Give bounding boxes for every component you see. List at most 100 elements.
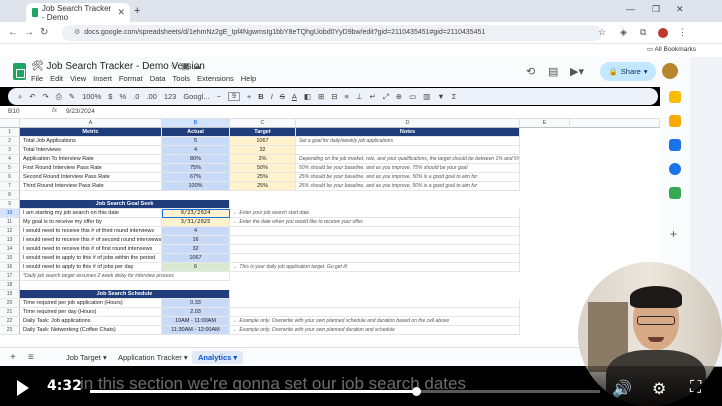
menu-item-tools[interactable]: Tools: [173, 74, 191, 83]
metric-name[interactable]: Application To Interview Rate: [20, 155, 162, 164]
metric-name[interactable]: Total Job Applications: [20, 137, 162, 146]
sheet-tab-analytics[interactable]: Analytics ▾: [192, 351, 244, 364]
formula-input[interactable]: 9/23/2024: [66, 108, 95, 115]
row-header[interactable]: 6: [0, 173, 20, 182]
schedule-value[interactable]: 0.33: [162, 299, 230, 308]
text-color-button[interactable]: A: [292, 92, 297, 101]
goal-seek-label[interactable]: I would need to receive this # of first …: [20, 245, 162, 254]
metric-target[interactable]: 50%: [230, 164, 296, 173]
schedule-value[interactable]: 11:30AM - 12:00AM: [162, 326, 230, 335]
star-icon[interactable]: ☆: [170, 61, 181, 71]
metric-actual[interactable]: 75%: [162, 164, 230, 173]
row-header[interactable]: 17: [0, 272, 20, 281]
goal-seek-value[interactable]: 9/23/2024: [162, 209, 230, 218]
goal-seek-value[interactable]: 1067: [162, 254, 230, 263]
fill-color-icon[interactable]: ◧: [304, 92, 311, 101]
browser-menu-icon[interactable]: ⋮: [678, 27, 687, 38]
increase-decimal-button[interactable]: .00: [146, 92, 156, 101]
schedule-label[interactable]: Daily Task: Networking (Coffee Chats): [20, 326, 162, 335]
search-menus-icon[interactable]: ⌕: [18, 92, 22, 102]
metric-target[interactable]: 25%: [230, 173, 296, 182]
sheet-tab-application-tracker[interactable]: Application Tracker ▾: [112, 351, 194, 364]
row-header[interactable]: 4: [0, 155, 20, 164]
extension-icon[interactable]: ◈: [620, 27, 627, 38]
add-sheet-icon[interactable]: +: [10, 352, 16, 363]
goal-seek-value[interactable]: 3/31/2025: [162, 218, 230, 227]
row-header[interactable]: 8: [0, 191, 20, 200]
meet-icon[interactable]: ▶▾: [570, 65, 584, 78]
menu-item-file[interactable]: File: [31, 74, 43, 83]
link-icon[interactable]: ⊕: [396, 92, 402, 101]
valign-icon[interactable]: ⊥: [356, 92, 363, 101]
metric-name[interactable]: Total Interviews: [20, 146, 162, 155]
font-size-field[interactable]: 9: [228, 92, 240, 101]
goal-seek-value[interactable]: 4: [162, 227, 230, 236]
maps-icon[interactable]: [669, 187, 681, 199]
add-ons-plus-icon[interactable]: +: [670, 227, 677, 241]
row-header[interactable]: 7: [0, 182, 20, 191]
row-header[interactable]: 18: [0, 281, 20, 290]
decrease-decimal-button[interactable]: .0: [133, 92, 139, 101]
contacts-icon[interactable]: [669, 163, 681, 175]
schedule-label[interactable]: Daily Task: Job applications: [20, 317, 162, 326]
merge-cells-icon[interactable]: ⊟: [331, 92, 337, 101]
row-header[interactable]: 10: [0, 209, 20, 218]
volume-icon[interactable]: 🔊: [612, 379, 632, 399]
calendar-icon[interactable]: [669, 91, 681, 103]
metric-note[interactable]: 25% should be your baseline, and as you …: [296, 173, 520, 182]
row-header[interactable]: 23: [0, 326, 20, 335]
schedule-value[interactable]: 10AM - 11:00AM: [162, 317, 230, 326]
redo-icon[interactable]: ↷: [43, 92, 49, 101]
rotate-icon[interactable]: ⤢: [383, 92, 389, 102]
history-icon[interactable]: ⟲: [526, 65, 535, 78]
goal-seek-label[interactable]: My goal is to receive my offer by: [20, 218, 162, 227]
metric-note[interactable]: 50% should be your baseline, and as you …: [296, 164, 520, 173]
row-header[interactable]: 19: [0, 290, 20, 299]
profile-icon[interactable]: [658, 28, 668, 38]
row-header[interactable]: 12: [0, 227, 20, 236]
comment-icon[interactable]: ▭: [409, 92, 416, 101]
goal-seek-label[interactable]: I would need to receive this # of second…: [20, 236, 162, 245]
metric-target[interactable]: 1067: [230, 137, 296, 146]
comments-icon[interactable]: ▤: [548, 65, 558, 78]
keep-icon[interactable]: [669, 115, 681, 127]
row-header[interactable]: 5: [0, 164, 20, 173]
goal-seek-value[interactable]: 16: [162, 236, 230, 245]
row-header[interactable]: 13: [0, 236, 20, 245]
select-all-corner[interactable]: [0, 119, 20, 128]
menu-item-extensions[interactable]: Extensions: [197, 74, 234, 83]
schedule-label[interactable]: Time required per job application (Hours…: [20, 299, 162, 308]
maximize-icon[interactable]: ❐: [652, 4, 660, 15]
back-icon[interactable]: ←: [8, 27, 18, 38]
metric-note[interactable]: Set a goal for daily/weekly job applicat…: [296, 137, 520, 146]
account-avatar[interactable]: [662, 63, 678, 79]
filter-icon[interactable]: ▼: [437, 92, 444, 101]
metric-actual[interactable]: 80%: [162, 155, 230, 164]
menu-item-edit[interactable]: Edit: [50, 74, 63, 83]
borders-icon[interactable]: ⊞: [318, 92, 324, 101]
column-header-b[interactable]: B: [162, 119, 230, 128]
row-header[interactable]: 2: [0, 137, 20, 146]
play-icon[interactable]: [17, 380, 29, 396]
chart-icon[interactable]: ▥: [423, 92, 430, 101]
row-header[interactable]: 20: [0, 299, 20, 308]
fullscreen-icon[interactable]: ⛶: [690, 379, 701, 397]
wrap-icon[interactable]: ↵: [369, 92, 375, 101]
forward-icon[interactable]: →: [24, 27, 34, 38]
goal-seek-value[interactable]: 6: [162, 263, 230, 272]
font-select[interactable]: Googl...: [183, 92, 209, 101]
close-window-icon[interactable]: ✕: [676, 4, 684, 15]
bold-button[interactable]: B: [258, 92, 263, 101]
column-header-e[interactable]: E: [520, 119, 570, 128]
undo-icon[interactable]: ↶: [29, 92, 35, 101]
metric-target[interactable]: 32: [230, 146, 296, 155]
goal-seek-label[interactable]: I would need to apply to this # of jobs …: [20, 263, 162, 272]
tasks-icon[interactable]: [669, 139, 681, 151]
goal-seek-label[interactable]: I am starting my job search on this date: [20, 209, 162, 218]
url-field[interactable]: ⚙ docs.google.com/spreadsheets/d/1ehmNz2g…: [62, 25, 602, 41]
all-sheets-icon[interactable]: ≡: [28, 352, 34, 363]
site-info-icon[interactable]: ⚙: [74, 29, 80, 36]
row-header[interactable]: 11: [0, 218, 20, 227]
italic-button[interactable]: I: [271, 92, 273, 101]
currency-button[interactable]: $: [108, 92, 112, 101]
